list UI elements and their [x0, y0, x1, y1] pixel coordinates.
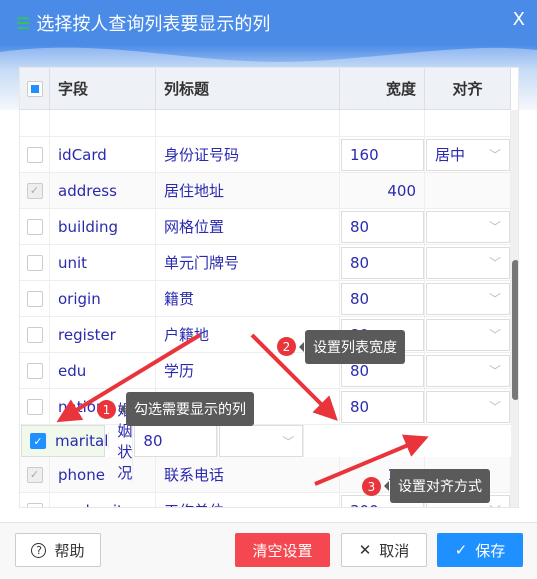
field-name: register	[50, 317, 156, 352]
row-checkbox[interactable]	[26, 146, 43, 163]
chevron-down-icon: ﹀	[488, 256, 501, 270]
table-row: ✓ address 居住地址 400	[20, 173, 511, 209]
width-input[interactable]: 80	[341, 282, 424, 315]
row-checkbox[interactable]	[26, 218, 43, 235]
align-select[interactable]: ﹀	[426, 210, 510, 243]
cancel-label: 取消	[379, 541, 410, 560]
table-row: origin 籍贯 80 ﹀	[20, 281, 511, 317]
annotation-tip-3: 设置对齐方式	[384, 469, 490, 503]
select-all-checkbox[interactable]	[26, 80, 43, 97]
annotation-badge-2: 2	[277, 337, 296, 356]
annotation-badge-3: 3	[362, 477, 381, 496]
column-title: 籍贯	[156, 281, 340, 316]
annotation-tip-1: 勾选需要显示的列	[120, 392, 254, 426]
help-label: 帮助	[54, 541, 85, 560]
align-select[interactable]: 居中 ﹀	[426, 138, 510, 171]
field-name: edu	[50, 353, 156, 388]
clear-settings-button[interactable]: 清空设置	[235, 533, 330, 567]
save-button[interactable]: ✓ 保存	[437, 533, 523, 567]
header-title: 列标题	[156, 68, 340, 109]
annotation-badge-1: 1	[97, 400, 116, 419]
close-button[interactable]: X	[513, 9, 525, 30]
chevron-down-icon: ﹀	[488, 220, 501, 234]
width-input[interactable]: 80	[341, 210, 424, 243]
chevron-down-icon: ﹀	[488, 148, 501, 162]
columns-table: 字段 列标题 宽度 对齐 idCard 身份证号码 160 居中 ﹀ ✓ address 居住…	[19, 67, 519, 508]
column-title: 工作单位	[156, 493, 340, 507]
field-name: idCard	[50, 137, 156, 172]
header-align: 对齐	[425, 68, 511, 109]
field-name: origin	[50, 281, 156, 316]
align-select[interactable]: ﹀	[426, 318, 510, 351]
column-title: 网格位置	[156, 209, 340, 244]
x-icon: ✕	[358, 541, 372, 559]
row-checkbox[interactable]	[26, 290, 43, 307]
field-name: address	[50, 173, 156, 208]
align-select[interactable]: ﹀	[426, 390, 510, 423]
table-row: building 网格位置 80 ﹀	[20, 209, 511, 245]
scrollbar[interactable]	[511, 110, 518, 507]
help-icon: ?	[31, 542, 47, 558]
header-width: 宽度	[340, 68, 425, 109]
row-checkbox-disabled: ✓	[26, 466, 43, 483]
chevron-down-icon: ﹀	[282, 434, 295, 449]
table-row: register户籍地80﹀	[20, 317, 511, 353]
row-checkbox[interactable]	[26, 362, 43, 379]
row-checkbox[interactable]: ✓	[30, 433, 46, 449]
column-title: 单元门牌号	[156, 245, 340, 280]
table-row: unit 单元门牌号 80 ﹀	[20, 245, 511, 281]
field-name: workunit	[50, 493, 156, 507]
table-row: edu 学历 80 ﹀	[20, 353, 511, 389]
width-input[interactable]: 160	[341, 138, 424, 171]
annotation-tip-2: 设置列表宽度	[299, 330, 405, 364]
chevron-down-icon: ﹀	[488, 400, 501, 414]
dialog-footer: ? 帮助 清空设置 ✕ 取消 ✓ 保存	[0, 522, 537, 579]
help-button[interactable]: ? 帮助	[15, 533, 101, 567]
chevron-down-icon: ﹀	[488, 292, 501, 306]
field-name: marital	[47, 432, 110, 450]
dialog-title: ☰ 选择按人查询列表要显示的列	[16, 10, 270, 36]
list-icon: ☰	[16, 13, 31, 33]
save-label: 保存	[475, 541, 506, 560]
chevron-down-icon: ﹀	[489, 502, 501, 507]
align-select[interactable]: ﹀	[219, 425, 304, 457]
field-name: building	[50, 209, 156, 244]
row-checkbox-disabled: ✓	[26, 182, 43, 199]
table-row: nation民族80﹀	[20, 389, 511, 425]
row-checkbox[interactable]	[26, 326, 43, 343]
check-icon: ✓	[454, 541, 468, 559]
header-field: 字段	[50, 68, 156, 109]
scrollbar-thumb[interactable]	[512, 260, 518, 400]
table-body: idCard 身份证号码 160 居中 ﹀ ✓ address 居住地址 400 building…	[20, 101, 511, 507]
table-header: 字段 列标题 宽度 对齐	[20, 68, 511, 110]
column-title: 身份证号码	[156, 137, 340, 172]
table-row: ✓marital婚姻状况80﹀	[21, 399, 305, 483]
width-input[interactable]: 80	[341, 390, 424, 423]
chevron-down-icon: ﹀	[488, 328, 501, 342]
row-checkbox[interactable]	[26, 398, 43, 415]
width-value: 400	[340, 173, 425, 208]
width-input[interactable]: 80	[341, 246, 424, 279]
field-name: unit	[50, 245, 156, 280]
table-row: idCard 身份证号码 160 居中 ﹀	[20, 137, 511, 173]
column-title: 居住地址	[156, 173, 340, 208]
align-select[interactable]: ﹀	[426, 354, 510, 387]
row-checkbox[interactable]	[26, 502, 43, 507]
align-select[interactable]: ﹀	[426, 246, 510, 279]
dialog-title-text: 选择按人查询列表要显示的列	[36, 14, 271, 35]
column-title: 联系电话	[156, 457, 340, 492]
row-checkbox[interactable]	[26, 254, 43, 271]
field-name: phone	[50, 457, 156, 492]
cancel-button[interactable]: ✕ 取消	[341, 533, 427, 567]
width-input[interactable]: 80	[134, 425, 218, 457]
chevron-down-icon: ﹀	[488, 364, 501, 378]
align-value: 居中	[435, 146, 466, 164]
align-select[interactable]: ﹀	[426, 282, 510, 315]
